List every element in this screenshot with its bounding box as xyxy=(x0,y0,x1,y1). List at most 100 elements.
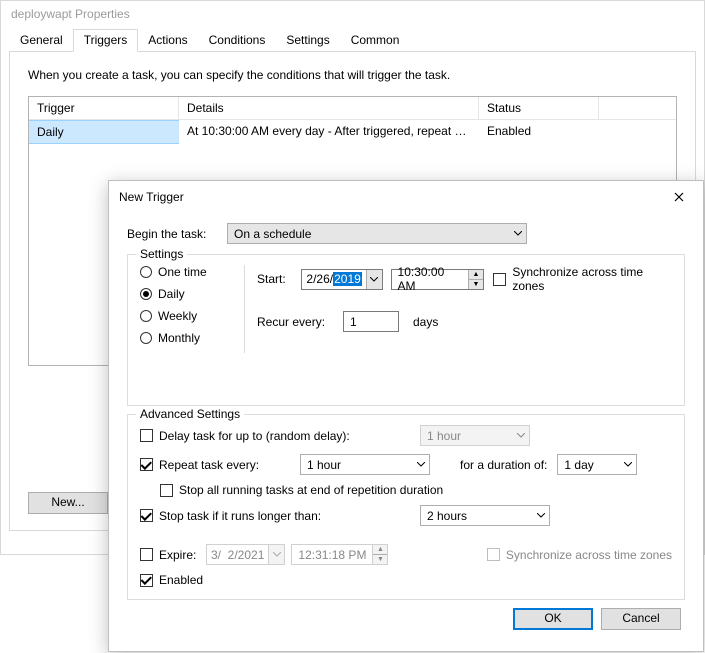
start-time-field[interactable]: 10:30:00 AM ▲▼ xyxy=(391,269,484,290)
duration-value: 1 day xyxy=(564,458,593,472)
expire-time-field: 12:31:18 PM ▲▼ xyxy=(291,544,388,565)
checkbox-icon xyxy=(160,484,173,497)
duration-value-select[interactable]: 1 day xyxy=(557,454,637,475)
tab-actions[interactable]: Actions xyxy=(137,29,198,51)
expire-time-value: 12:31:18 PM xyxy=(292,548,372,562)
table-row[interactable]: Daily At 10:30:00 AM every day - After t… xyxy=(29,120,676,144)
triggers-hint: When you create a task, you can specify … xyxy=(28,68,677,82)
radio-icon xyxy=(140,332,152,344)
radio-icon xyxy=(140,288,152,300)
radio-monthly[interactable]: Monthly xyxy=(140,331,232,345)
cell-details: At 10:30:00 AM every day - After trigger… xyxy=(179,120,479,144)
advanced-settings-group: Advanced Settings Delay task for up to (… xyxy=(127,414,685,600)
frequency-radios: One time Daily Weekly Monthly xyxy=(140,265,232,353)
ok-button[interactable]: OK xyxy=(513,608,593,630)
radio-label: Weekly xyxy=(158,309,197,323)
start-date-field[interactable]: 2/26/2019 xyxy=(301,269,382,290)
col-header-status[interactable]: Status xyxy=(479,97,599,119)
repeat-label: Repeat task every: xyxy=(159,458,259,472)
delay-value-select: 1 hour xyxy=(420,425,530,446)
delay-label: Delay task for up to (random delay): xyxy=(159,429,350,443)
sync-timezones-checkbox[interactable]: Synchronize across time zones xyxy=(493,265,672,293)
start-date-prefix: 2/26/ xyxy=(306,272,333,286)
stop-long-label: Stop task if it runs longer than: xyxy=(159,509,321,523)
expire-label: Expire: xyxy=(159,548,196,562)
delay-value: 1 hour xyxy=(427,429,461,443)
stop-at-end-checkbox[interactable]: Stop all running tasks at end of repetit… xyxy=(160,483,443,497)
checkbox-icon xyxy=(493,273,506,286)
expire-sync-checkbox: Synchronize across time zones xyxy=(487,548,672,562)
tab-common[interactable]: Common xyxy=(340,29,411,51)
settings-legend: Settings xyxy=(136,247,187,261)
expire-checkbox[interactable]: Expire: xyxy=(140,548,206,562)
settings-group: Settings One time Daily Weekly Monthly S… xyxy=(127,254,685,406)
recur-value-field[interactable]: 1 xyxy=(343,311,399,332)
tab-conditions[interactable]: Conditions xyxy=(198,29,277,51)
spinner-icon[interactable]: ▲▼ xyxy=(468,270,482,289)
checkbox-icon xyxy=(140,458,153,471)
tab-strip: General Triggers Actions Conditions Sett… xyxy=(1,29,704,51)
chevron-down-icon xyxy=(624,462,632,467)
radio-one-time[interactable]: One time xyxy=(140,265,232,279)
recur-label: Recur every: xyxy=(257,315,343,329)
chevron-down-icon xyxy=(517,433,525,438)
advanced-legend: Advanced Settings xyxy=(136,407,244,421)
new-trigger-dialog: New Trigger Begin the task: On a schedul… xyxy=(108,180,704,652)
chevron-down-icon xyxy=(268,545,284,564)
enabled-label: Enabled xyxy=(159,573,203,587)
begin-task-value: On a schedule xyxy=(234,227,311,241)
chevron-down-icon xyxy=(514,231,522,236)
dialog-title: New Trigger xyxy=(119,190,184,204)
col-header-details[interactable]: Details xyxy=(179,97,479,119)
tab-settings[interactable]: Settings xyxy=(275,29,340,51)
stop-long-value-select[interactable]: 2 hours xyxy=(420,505,550,526)
checkbox-icon xyxy=(487,548,500,561)
chevron-down-icon xyxy=(417,462,425,467)
radio-label: Monthly xyxy=(158,331,200,345)
expire-date-field: 3/ 2/2021 xyxy=(206,544,285,565)
sync-timezones-label: Synchronize across time zones xyxy=(512,265,672,293)
enabled-checkbox[interactable]: Enabled xyxy=(140,573,203,587)
repeat-value: 1 hour xyxy=(307,458,341,472)
close-icon xyxy=(674,192,684,202)
stop-long-value: 2 hours xyxy=(427,509,467,523)
checkbox-icon xyxy=(140,548,153,561)
cancel-button[interactable]: Cancel xyxy=(601,608,681,630)
duration-label: for a duration of: xyxy=(460,458,547,472)
close-button[interactable] xyxy=(663,187,695,207)
expire-sync-label: Synchronize across time zones xyxy=(506,548,672,562)
begin-task-select[interactable]: On a schedule xyxy=(227,223,527,244)
radio-label: Daily xyxy=(158,287,185,301)
col-header-trigger[interactable]: Trigger xyxy=(29,97,179,119)
cell-trigger: Daily xyxy=(29,120,179,144)
window-title: deploywapt Properties xyxy=(1,1,704,29)
tab-triggers[interactable]: Triggers xyxy=(73,29,139,52)
radio-label: One time xyxy=(158,265,207,279)
radio-daily[interactable]: Daily xyxy=(140,287,232,301)
expire-date-value: 3/ 2/2021 xyxy=(207,548,268,562)
checkbox-icon xyxy=(140,429,153,442)
repeat-checkbox[interactable]: Repeat task every: xyxy=(140,458,300,472)
stop-long-checkbox[interactable]: Stop task if it runs longer than: xyxy=(140,509,420,523)
start-time-value: 10:30:00 AM xyxy=(392,265,469,293)
chevron-down-icon[interactable] xyxy=(366,270,382,289)
start-date-year-selected: 2019 xyxy=(333,272,362,286)
checkbox-icon xyxy=(140,509,153,522)
triggers-table-header: Trigger Details Status xyxy=(29,97,676,120)
recur-unit: days xyxy=(413,315,438,329)
tab-general[interactable]: General xyxy=(9,29,74,51)
delay-checkbox[interactable]: Delay task for up to (random delay): xyxy=(140,429,420,443)
start-label: Start: xyxy=(257,272,301,286)
stop-at-end-label: Stop all running tasks at end of repetit… xyxy=(179,483,443,497)
radio-icon xyxy=(140,310,152,322)
cell-status: Enabled xyxy=(479,120,599,144)
checkbox-icon xyxy=(140,574,153,587)
spinner-icon: ▲▼ xyxy=(372,545,387,564)
chevron-down-icon xyxy=(537,513,545,518)
new-trigger-button[interactable]: New... xyxy=(28,492,108,514)
begin-task-label: Begin the task: xyxy=(127,227,227,241)
radio-icon xyxy=(140,266,152,278)
repeat-value-select[interactable]: 1 hour xyxy=(300,454,430,475)
dialog-titlebar: New Trigger xyxy=(109,181,703,213)
radio-weekly[interactable]: Weekly xyxy=(140,309,232,323)
